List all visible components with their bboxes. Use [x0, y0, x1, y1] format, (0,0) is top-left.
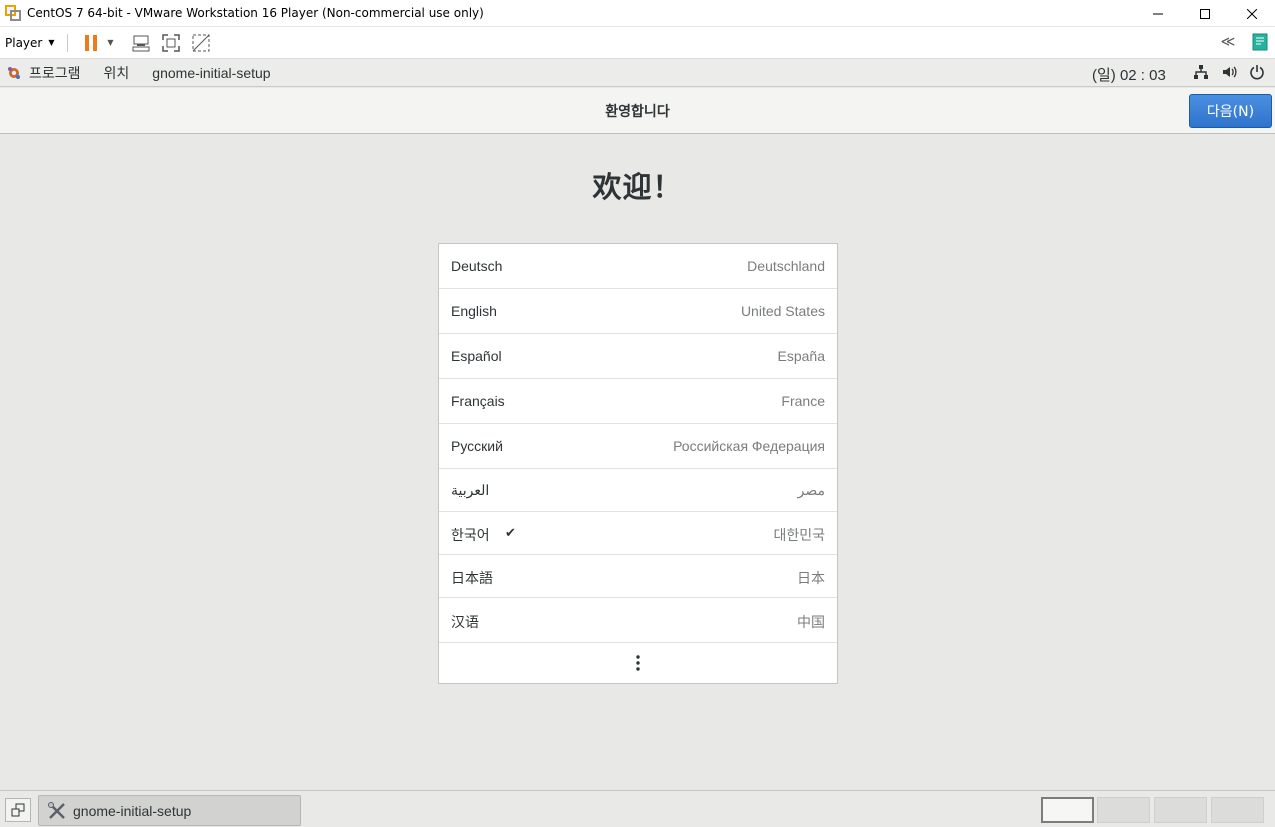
window-titlebar: CentOS 7 64-bit - VMware Workstation 16 … [0, 0, 1275, 27]
applications-menu[interactable]: 프로그램 [7, 63, 104, 83]
full-screen-button[interactable] [160, 32, 182, 54]
bottom-taskbar: gnome-initial-setup [0, 790, 1275, 827]
pause-dropdown-button[interactable]: ▼ [104, 32, 118, 54]
language-name: Deutsch [451, 258, 503, 274]
send-ctrl-alt-del-button[interactable] [130, 32, 152, 54]
keyboard-computer-icon [132, 35, 149, 51]
welcome-heading: 欢迎！ [592, 170, 683, 204]
language-country: 대한민국 [773, 527, 825, 543]
language-name: Español [451, 348, 502, 364]
pause-icon [84, 34, 97, 51]
language-country: United States [740, 303, 825, 319]
language-country: 日本 [797, 570, 825, 586]
gnome-top-bar: 프로그램 위치 gnome-initial-setup (일) 02 : 03 [0, 59, 1275, 87]
task-gnome-initial-setup[interactable]: gnome-initial-setup [38, 795, 301, 826]
applications-icon [8, 66, 20, 79]
double-chevron-left-icon: ≪ [1220, 34, 1236, 50]
vmware-toolbar: Player ▼ ▼ ≪ [0, 27, 1275, 59]
language-country: Российская Федерация [673, 438, 825, 454]
language-row-english[interactable]: English United States [439, 289, 837, 334]
header-bar: 환영합니다 다음(N) [0, 88, 1275, 134]
chevron-down-icon: ▼ [48, 38, 55, 47]
workspace-4[interactable] [1211, 797, 1264, 823]
maximize-button[interactable] [1181, 0, 1228, 27]
task-label: gnome-initial-setup [73, 802, 192, 819]
window-title: CentOS 7 64-bit - VMware Workstation 16 … [27, 6, 484, 20]
close-icon [1246, 8, 1257, 19]
language-country: مصر [797, 482, 825, 498]
language-row-francais[interactable]: Français France [439, 379, 837, 424]
language-name: Français [451, 393, 505, 409]
workspace-1[interactable] [1041, 797, 1094, 823]
language-name: 汉语 [451, 614, 479, 630]
language-row-deutsch[interactable]: Deutsch Deutschland [439, 244, 837, 289]
fullscreen-icon [161, 33, 180, 52]
network-icon [1194, 65, 1208, 79]
message-log-button[interactable] [1249, 31, 1271, 53]
pause-button[interactable] [80, 32, 102, 54]
more-vertical-icon [636, 655, 640, 671]
language-name: 日本語 [451, 570, 493, 586]
language-name: English [451, 303, 497, 319]
collapse-toolbar-button[interactable]: ≪ [1217, 31, 1239, 53]
chevron-down-icon: ▼ [107, 38, 114, 47]
language-country: France [781, 393, 825, 409]
app-menu[interactable]: gnome-initial-setup [152, 65, 270, 81]
workspace-3[interactable] [1154, 797, 1207, 823]
player-menu-label: Player [5, 35, 43, 50]
unity-icon [192, 34, 209, 51]
language-name: Русский [451, 438, 503, 454]
workspace-2[interactable] [1097, 797, 1150, 823]
volume-icon [1223, 66, 1237, 78]
maximize-icon [1199, 8, 1210, 19]
player-menu[interactable]: Player ▼ [5, 36, 55, 50]
minimize-button[interactable] [1134, 0, 1181, 27]
unity-button[interactable] [190, 32, 212, 54]
clock[interactable]: (일) 02 : 03 [1092, 64, 1166, 85]
language-name: العربية [451, 482, 490, 498]
language-country: 中国 [797, 614, 825, 630]
power-icon [1250, 65, 1264, 80]
next-button[interactable]: 다음(N) [1189, 94, 1272, 128]
tools-icon [48, 801, 65, 819]
close-button[interactable] [1228, 0, 1275, 27]
places-menu[interactable]: 위치 [104, 63, 130, 83]
applications-menu-label: 프로그램 [29, 64, 81, 81]
language-row-arabic[interactable]: العربية مصر [439, 469, 837, 512]
minimize-icon [1152, 13, 1163, 14]
language-row-chinese[interactable]: 汉语 中国 [439, 598, 837, 643]
notes-icon [1252, 33, 1268, 51]
language-row-espanol[interactable]: Español España [439, 334, 837, 379]
selected-check-icon: ✔ [505, 526, 516, 541]
vmware-icon [5, 5, 21, 21]
show-desktop-button[interactable] [5, 798, 31, 822]
language-list: Deutsch Deutschland English United State… [438, 243, 838, 684]
language-name: 한국어 [451, 527, 490, 543]
status-menu[interactable] [1193, 64, 1265, 80]
page-title: 환영합니다 [605, 104, 670, 120]
show-desktop-icon [11, 803, 25, 817]
language-row-korean[interactable]: 한국어 ✔ 대한민국 [439, 512, 837, 555]
more-languages-button[interactable] [439, 643, 837, 683]
language-row-japanese[interactable]: 日本語 日本 [439, 555, 837, 598]
language-country: España [777, 348, 825, 364]
language-row-russian[interactable]: Русский Российская Федерация [439, 424, 837, 469]
language-country: Deutschland [747, 258, 825, 274]
toolbar-divider [66, 33, 68, 52]
